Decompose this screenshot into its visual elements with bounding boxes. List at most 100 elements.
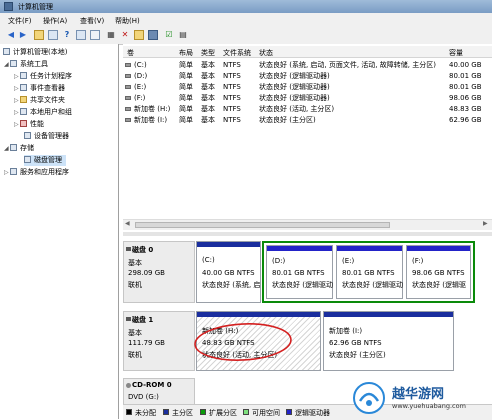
partition-bar xyxy=(407,246,470,251)
menu-help[interactable]: 帮助(H) xyxy=(115,16,140,26)
partition-i-label: 新加卷 (I:) xyxy=(329,327,363,335)
app-icon xyxy=(4,2,13,11)
col-header-filesystem[interactable]: 文件系统 xyxy=(223,48,251,58)
menu-view[interactable]: 查看(V) xyxy=(80,16,104,26)
disk-0-type: 基本 xyxy=(128,259,142,267)
back-icon[interactable]: ◀ xyxy=(6,30,16,40)
partition-e[interactable]: (E:) 80.01 GB NTFS 状态良好 (逻辑驱动 xyxy=(336,245,403,299)
computer-icon xyxy=(3,48,10,55)
cell-layout: 简单 xyxy=(179,72,193,80)
cell-filesystem: NTFS xyxy=(223,61,241,69)
check-icon[interactable]: ☑ xyxy=(164,30,174,40)
tree-item-root[interactable]: 计算机管理(本地) xyxy=(3,47,67,58)
cell-volume: (C:) xyxy=(134,61,147,69)
partition-c-status: 状态良好 (系统, 启 xyxy=(202,281,261,289)
legend-unallocated: 未分配 xyxy=(135,409,156,417)
toolbar: ◀ ▶ ? ▦ ✕ ☑ ▤ xyxy=(0,27,492,45)
partition-d[interactable]: (D:) 80.01 GB NTFS 状态良好 (逻辑驱动 xyxy=(266,245,333,299)
drive-icon xyxy=(125,63,131,67)
partition-bar xyxy=(324,312,453,317)
tree-item-device-manager[interactable]: 设备管理器 xyxy=(24,131,69,142)
cell-capacity: 80.01 GB xyxy=(449,83,482,91)
cell-volume: (E:) xyxy=(134,83,147,91)
open-folder-icon[interactable] xyxy=(134,30,144,40)
list-icon[interactable] xyxy=(90,30,100,40)
pane-splitter[interactable] xyxy=(123,232,492,236)
properties-icon[interactable] xyxy=(76,30,86,40)
save-icon[interactable] xyxy=(148,30,158,40)
drive-icon xyxy=(125,96,131,100)
legend-unallocated-swatch xyxy=(126,409,132,415)
disk-0-label[interactable]: 磁盘 0 基本 298.09 GB 联机 xyxy=(123,241,195,303)
volume-row[interactable]: (F:) 简单 基本 NTFS 状态良好 (逻辑驱动器) 98.06 GB xyxy=(123,93,492,104)
cell-type: 基本 xyxy=(201,105,215,113)
forward-icon[interactable]: ▶ xyxy=(18,30,28,40)
extended-partition[interactable]: (D:) 80.01 GB NTFS 状态良好 (逻辑驱动 (E:) 80.01… xyxy=(262,241,475,303)
help-icon[interactable]: ? xyxy=(62,30,72,40)
menu-action[interactable]: 操作(A) xyxy=(43,16,67,26)
legend-free-swatch xyxy=(243,409,249,415)
cell-status: 状态良好 (主分区) xyxy=(259,116,316,124)
volume-row[interactable]: (C:) 简单 基本 NTFS 状态良好 (系统, 启动, 页面文件, 活动, 故障转储… xyxy=(123,60,492,71)
partition-bar xyxy=(337,246,402,251)
device-icon xyxy=(24,132,31,139)
tree-item-disk-management[interactable]: 磁盘管理 xyxy=(24,155,66,166)
cell-volume: (D:) xyxy=(134,72,148,80)
tree-item-task-scheduler[interactable]: ▷ 任务计划程序 xyxy=(14,71,72,82)
col-header-layout[interactable]: 布局 xyxy=(179,48,193,58)
horizontal-scrollbar[interactable]: ◀ ▶ xyxy=(123,219,492,230)
disconnect-icon[interactable]: ▦ xyxy=(106,30,116,40)
volume-row[interactable]: 新加卷 (H:) 简单 基本 NTFS 状态良好 (活动, 主分区) 48.83 GB xyxy=(123,104,492,115)
col-header-status[interactable]: 状态 xyxy=(259,48,273,58)
tree-item-local-users[interactable]: ▷ 本地用户和组 xyxy=(14,107,72,118)
partition-d-label: (D:) xyxy=(272,257,286,265)
tree-item-storage[interactable]: ◢ 存储 xyxy=(4,143,34,154)
tree-item-shared-folders[interactable]: ▷ 共享文件夹 xyxy=(14,95,65,106)
folder-icon xyxy=(20,96,27,103)
tree-item-performance[interactable]: ▷ 性能 xyxy=(14,119,44,130)
tree-item-event-viewer[interactable]: ▷ 事件查看器 xyxy=(14,83,65,94)
cdrom-label[interactable]: CD-ROM 0 DVD (G:) xyxy=(123,378,195,404)
watermark-url: www.yuehuabang.com xyxy=(392,402,466,410)
menu-file[interactable]: 文件(F) xyxy=(8,16,32,26)
cell-status: 状态良好 (逻辑驱动器) xyxy=(259,83,330,91)
cell-layout: 简单 xyxy=(179,94,193,102)
partition-i[interactable]: 新加卷 (I:) 62.96 GB NTFS 状态良好 (主分区) xyxy=(323,311,454,371)
disk-0-name: 磁盘 0 xyxy=(132,246,154,254)
console-tree-icon[interactable] xyxy=(48,30,58,40)
disk-0-size: 298.09 GB xyxy=(128,269,165,277)
scroll-left-icon[interactable]: ◀ xyxy=(125,220,130,227)
volume-row[interactable]: 新加卷 (I:) 简单 基本 NTFS 状态良好 (主分区) 62.96 GB xyxy=(123,115,492,126)
cell-filesystem: NTFS xyxy=(223,94,241,102)
cell-volume: 新加卷 (I:) xyxy=(134,116,168,124)
scroll-right-icon[interactable]: ▶ xyxy=(483,220,488,227)
partition-f[interactable]: (F:) 98.06 GB NTFS 状态良好 (逻辑驱 xyxy=(406,245,471,299)
legend-extended: 扩展分区 xyxy=(209,409,237,417)
scrollbar-thumb[interactable] xyxy=(135,222,390,228)
tree-item-system-tools[interactable]: ◢ 系统工具 xyxy=(4,59,48,70)
view-icon[interactable]: ▤ xyxy=(178,30,188,40)
disk-1-label[interactable]: 磁盘 1 基本 111.79 GB 联机 xyxy=(123,311,195,371)
partition-d-size: 80.01 GB NTFS xyxy=(272,269,325,277)
tree-item-services[interactable]: ▷ 服务和应用程序 xyxy=(4,167,69,178)
volume-row[interactable]: (E:) 简单 基本 NTFS 状态良好 (逻辑驱动器) 80.01 GB xyxy=(123,82,492,93)
volume-row[interactable]: (D:) 简单 基本 NTFS 状态良好 (逻辑驱动器) 80.01 GB xyxy=(123,71,492,82)
cd-icon xyxy=(126,383,131,388)
up-folder-icon[interactable] xyxy=(34,30,44,40)
disk-0-row: 磁盘 0 基本 298.09 GB 联机 (C:) 40.00 GB NTFS … xyxy=(123,238,492,306)
col-header-type[interactable]: 类型 xyxy=(201,48,215,58)
col-header-volume[interactable]: 卷 xyxy=(127,48,134,58)
cell-status: 状态良好 (逻辑驱动器) xyxy=(259,72,330,80)
legend-extended-swatch xyxy=(200,409,206,415)
delete-icon[interactable]: ✕ xyxy=(120,30,130,40)
cell-filesystem: NTFS xyxy=(223,105,241,113)
watermark-brand: 越华游网 xyxy=(392,387,445,402)
disk-1-type: 基本 xyxy=(128,329,142,337)
cell-capacity: 80.01 GB xyxy=(449,72,482,80)
partition-c[interactable]: (C:) 40.00 GB NTFS 状态良好 (系统, 启 xyxy=(196,241,261,303)
cdrom-type: DVD (G:) xyxy=(128,393,159,401)
tools-icon xyxy=(10,60,17,67)
drive-icon xyxy=(125,85,131,89)
storage-icon xyxy=(10,144,17,151)
col-header-capacity[interactable]: 容量 xyxy=(449,48,463,58)
